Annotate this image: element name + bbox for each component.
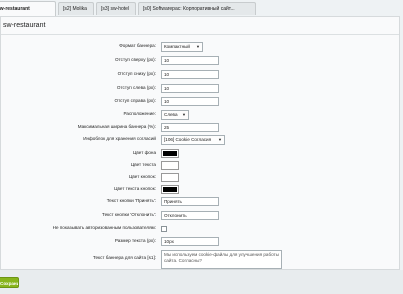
max-width-input[interactable]: 25 xyxy=(161,123,219,132)
btn-text-color-label: Цвет текста кнопок: xyxy=(114,186,156,191)
chevron-down-icon: ▼ xyxy=(218,137,222,142)
hide-auth-checkbox[interactable] xyxy=(161,226,167,232)
margin-top-input[interactable]: 10 xyxy=(161,56,219,65)
iblock-label: Инфоблок для хранения согласий xyxy=(83,136,156,141)
site-tabs: sw-restaurant [s2] Molika [s3] sw-hotel … xyxy=(0,0,403,16)
btn-text-color-swatch[interactable] xyxy=(161,185,179,194)
margin-left-label: Отступ слева (px): xyxy=(116,85,156,90)
btn-color-fill xyxy=(163,175,177,180)
iblock-select[interactable]: [106] Cookie Согласия ▼ xyxy=(161,135,225,145)
save-button[interactable]: Сохранить xyxy=(0,277,19,288)
banner-format-label: Формат баннера: xyxy=(119,43,156,48)
font-size-label: Размер текста (px): xyxy=(114,238,156,243)
tab-sw-restaurant[interactable]: sw-restaurant xyxy=(0,1,56,16)
settings-panel: sw-restaurant Формат баннера: Компактный… xyxy=(0,16,400,270)
banner-text-label: Текст баннера для сайта [s1]: xyxy=(92,255,156,260)
accept-text-label: Текст кнопки 'Принять': xyxy=(106,198,156,203)
tab-softwarepac[interactable]: [s0] Softwarepaс: Корпоративный сайт... xyxy=(138,2,256,15)
title-divider xyxy=(1,34,399,35)
decline-text-label: Текст кнопки 'Отклонить': xyxy=(102,212,156,217)
bg-color-fill xyxy=(163,151,177,156)
banner-format-value: Компактный xyxy=(164,44,191,49)
footer-bar: Сохранить xyxy=(0,270,403,294)
panel-title: sw-restaurant xyxy=(3,22,46,29)
row-iblock: Инфоблок для хранения согласий [106] Coo… xyxy=(1,135,399,145)
decline-text-input[interactable]: Отклонить xyxy=(161,211,219,220)
banner-format-select[interactable]: Компактный ▼ xyxy=(161,42,203,52)
text-color-swatch[interactable] xyxy=(161,161,179,170)
text-color-label: Цвет текста xyxy=(130,162,156,167)
position-label: Расположение: xyxy=(123,111,156,116)
font-size-input[interactable]: 10px xyxy=(161,237,219,246)
tab-sw-hotel[interactable]: [s3] sw-hotel xyxy=(96,2,136,15)
banner-text-textarea[interactable]: Мы используем cookie-файлы для улучшения… xyxy=(161,250,282,269)
position-select[interactable]: Слева ▼ xyxy=(161,110,189,120)
text-color-fill xyxy=(163,163,177,168)
margin-bottom-input[interactable]: 10 xyxy=(161,70,219,79)
btn-text-color-fill xyxy=(163,187,177,192)
tab-molika[interactable]: [s2] Molika xyxy=(58,2,94,15)
accept-text-input[interactable]: Принять xyxy=(161,197,219,206)
margin-top-label: Отступ сверху (px): xyxy=(115,57,156,62)
btn-color-swatch[interactable] xyxy=(161,173,179,182)
bg-color-swatch[interactable] xyxy=(161,149,179,158)
chevron-down-icon: ▼ xyxy=(182,112,186,117)
margin-left-input[interactable]: 10 xyxy=(161,84,219,93)
iblock-value: [106] Cookie Согласия xyxy=(164,137,212,142)
row-position: Расположение: Слева ▼ xyxy=(1,110,399,120)
bg-color-label: Цвет фона xyxy=(133,150,156,155)
hide-auth-label: Не показывать авторизованным пользовател… xyxy=(52,225,156,230)
row-banner-format: Формат баннера: Компактный ▼ xyxy=(1,42,399,52)
margin-bottom-label: Отступ снизу (px): xyxy=(117,71,156,76)
position-value: Слева xyxy=(164,112,178,117)
max-width-label: Максимальная ширина баннера (%): xyxy=(77,124,156,129)
btn-color-label: Цвет кнопок: xyxy=(129,174,156,179)
chevron-down-icon: ▼ xyxy=(196,44,200,49)
margin-right-input[interactable]: 10 xyxy=(161,97,219,106)
margin-right-label: Отступ справа (px): xyxy=(114,98,156,103)
